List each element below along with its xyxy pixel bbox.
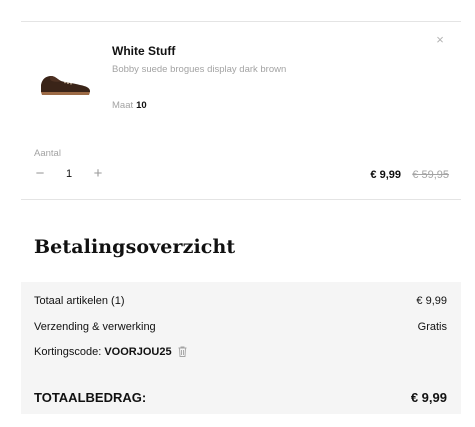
shoe-icon — [41, 76, 90, 95]
quantity-increase-button[interactable]: + — [91, 166, 105, 182]
product-size: Maat 10 — [112, 100, 147, 111]
discount-code-row: Kortingscode: VOORJOU25 — [34, 346, 187, 360]
grand-total-label: TOTAALBEDRAG: — [34, 390, 147, 405]
close-icon: × — [436, 32, 444, 47]
trash-icon — [178, 346, 187, 357]
product-description[interactable]: Bobby suede brogues display dark brown — [112, 64, 286, 75]
discount-code-value: VOORJOU25 — [104, 346, 172, 358]
divider-middle — [21, 199, 461, 200]
remove-discount-button[interactable] — [178, 346, 187, 360]
product-image[interactable] — [36, 66, 94, 98]
size-value: 10 — [136, 100, 147, 111]
items-total-label: Totaal artikelen (1) — [34, 295, 125, 307]
product-brand[interactable]: White Stuff — [112, 44, 175, 58]
shipping-label: Verzending & verwerking — [34, 321, 156, 333]
quantity-value[interactable]: 1 — [62, 168, 76, 180]
divider-top — [21, 21, 461, 22]
size-label: Maat — [112, 100, 134, 111]
price-current: € 9,99 — [370, 169, 401, 181]
quantity-decrease-button[interactable]: − — [33, 166, 47, 182]
items-total-value: € 9,99 — [416, 295, 447, 307]
price-original: € 59,95 — [412, 169, 449, 181]
summary-title: Betalingsoverzicht — [34, 236, 236, 258]
discount-code-label: Kortingscode: — [34, 346, 102, 358]
quantity-label: Aantal — [34, 148, 61, 159]
grand-total-value: € 9,99 — [410, 390, 447, 405]
remove-item-button[interactable]: × — [433, 33, 447, 47]
shipping-value: Gratis — [417, 321, 447, 333]
